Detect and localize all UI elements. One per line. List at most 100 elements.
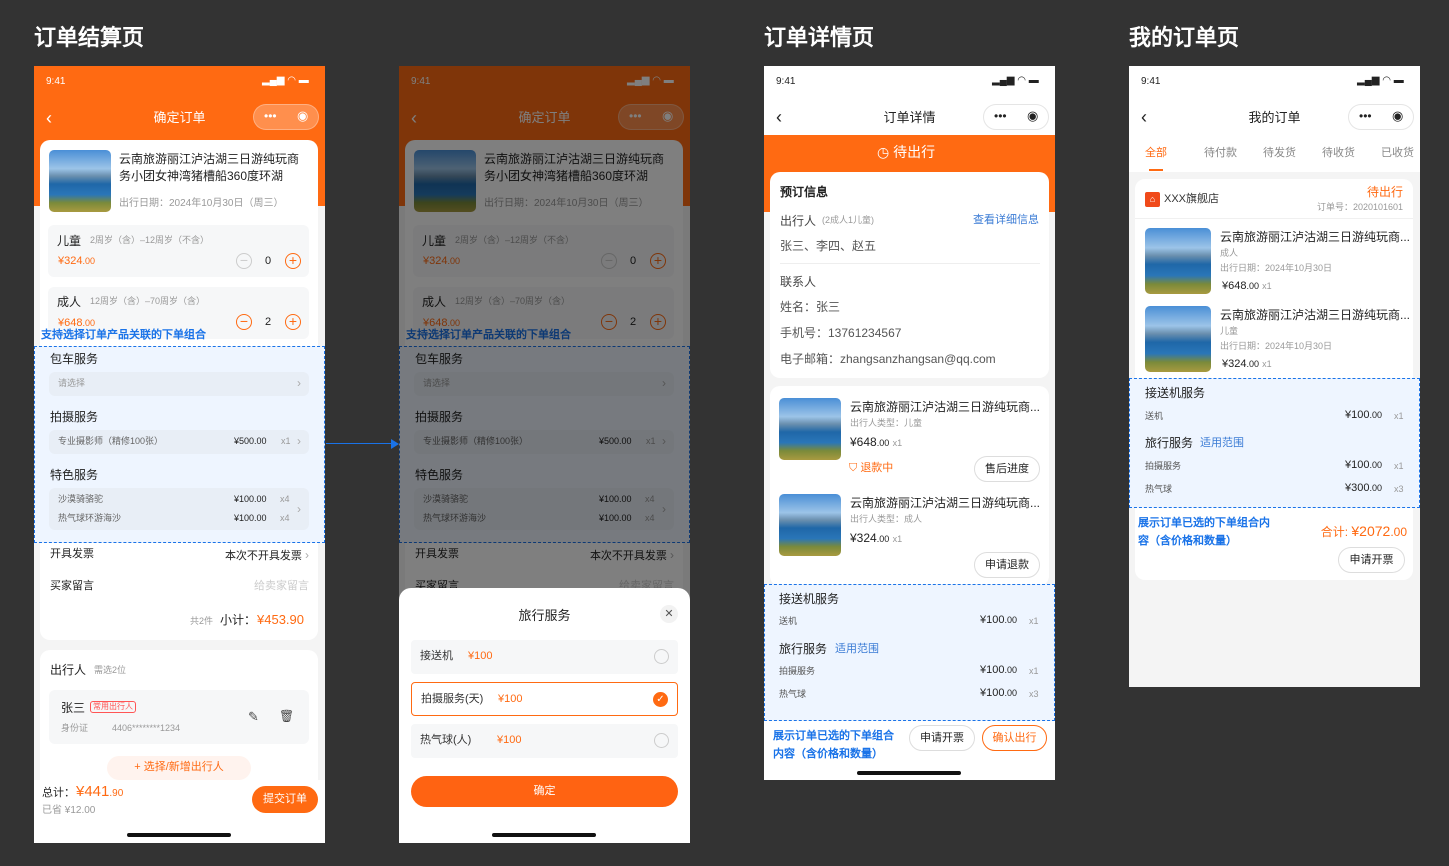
mini-program-capsule[interactable]: ••• ◉ bbox=[983, 104, 1049, 130]
subtotal-label: 小计： bbox=[220, 613, 257, 627]
tab-2[interactable]: 待发货 bbox=[1263, 148, 1296, 159]
more-icon[interactable]: ••• bbox=[264, 110, 277, 122]
message-input[interactable]: 给卖家留言 bbox=[254, 581, 309, 592]
scope-link[interactable]: 适用范围 bbox=[1200, 438, 1244, 449]
tab-4[interactable]: 已收货 bbox=[1381, 148, 1414, 159]
travelers-count: (2成人1儿童) bbox=[822, 215, 875, 225]
order-total: 合计: ¥2072.00 bbox=[1320, 523, 1407, 539]
item-title: 云南旅游丽江泸沽湖三日游纯玩商... bbox=[850, 496, 1041, 510]
view-details-link[interactable]: 查看详细信息 bbox=[973, 215, 1039, 226]
refund-button[interactable]: 申请退款 bbox=[974, 552, 1040, 578]
delete-icon[interactable]: 🗑 bbox=[279, 710, 294, 722]
item-type: 儿童 bbox=[1220, 326, 1239, 336]
annotation-combo: 展示订单已选的下单组合 bbox=[773, 730, 894, 742]
ticket-price: ¥324.00 bbox=[58, 255, 95, 267]
close-target-icon: ◉ bbox=[1027, 108, 1039, 123]
after-sale-button[interactable]: 售后进度 bbox=[974, 456, 1040, 482]
transfer-item: 送机 bbox=[1145, 411, 1164, 421]
special-label: 特色服务 bbox=[50, 468, 99, 482]
submit-order-button[interactable]: 提交订单 bbox=[252, 786, 318, 813]
flow-arrow-head bbox=[391, 439, 399, 449]
ticket-range: 2周岁（含）–12周岁（不含） bbox=[90, 235, 210, 245]
ticket-qty: 2 bbox=[265, 316, 272, 328]
mini-program-capsule[interactable]: ••• ◉ bbox=[1348, 104, 1414, 130]
item-price: ¥324.00 x1 bbox=[1222, 358, 1272, 370]
annotation-combo: 容（含价格和数量） bbox=[1138, 535, 1237, 547]
section-title-detail: 订单详情页 bbox=[764, 25, 875, 50]
close-icon[interactable]: ✕ bbox=[660, 605, 678, 623]
service-qty: x1 bbox=[1029, 666, 1039, 676]
confirm-button[interactable]: 确定 bbox=[411, 776, 678, 807]
photo-select[interactable]: 专业摄影师（精修100张）¥500.00x1› bbox=[49, 430, 309, 454]
minus-button[interactable]: − bbox=[236, 314, 252, 330]
service-option[interactable]: 接送机 ¥100 bbox=[411, 640, 678, 674]
section-title-checkout: 订单结算页 bbox=[34, 25, 145, 50]
charter-select[interactable]: 请选择› bbox=[49, 372, 309, 396]
annotation-combo: 内容（含价格和数量） bbox=[773, 748, 883, 760]
invoice-button[interactable]: 申请开票 bbox=[1338, 547, 1405, 573]
plus-button[interactable]: + bbox=[285, 314, 301, 330]
product-image bbox=[779, 398, 841, 460]
item-type: 出行人类型：成人 bbox=[850, 514, 923, 524]
product-image bbox=[779, 494, 841, 556]
service-option[interactable]: 拍摄服务(天) ¥100 ✓ bbox=[411, 682, 678, 716]
travelers-title: 出行人 bbox=[50, 663, 87, 677]
product-title-line1: 云南旅游丽江泸沽湖三日游纯玩商 bbox=[119, 152, 300, 166]
travel-label: 旅行服务 bbox=[779, 642, 828, 656]
refund-icon: ⛉ bbox=[849, 462, 861, 474]
add-traveler-button[interactable]: + 选择/新增出行人 bbox=[107, 756, 251, 780]
transfer-label: 接送机服务 bbox=[779, 592, 840, 606]
item-type: 出行人类型：儿童 bbox=[850, 418, 923, 428]
minus-button[interactable]: − bbox=[236, 253, 252, 269]
total-label: 总计： bbox=[42, 787, 75, 799]
frequent-tag: 常用出行人 bbox=[90, 701, 136, 713]
booking-title: 预订信息 bbox=[780, 185, 829, 199]
service-name: 热气球 bbox=[1145, 484, 1173, 494]
home-indicator bbox=[492, 833, 596, 837]
message-label: 买家留言 bbox=[50, 580, 94, 592]
checkout-phone: 9:41 ▂▄▆ ◠ ▬ ‹ 确定订单 ••• ◉ 云南旅游丽江泸沽湖三日游纯玩商… bbox=[34, 66, 325, 843]
close-target-icon: ◉ bbox=[1392, 108, 1404, 123]
tab-3[interactable]: 待收货 bbox=[1322, 148, 1355, 159]
chevron-right-icon: › bbox=[297, 434, 301, 448]
id-value: 4406********1234 bbox=[112, 723, 181, 733]
invoice-button[interactable]: 申请开票 bbox=[909, 725, 975, 751]
ticket-name: 成人 bbox=[57, 295, 82, 309]
option-name: 接送机 bbox=[420, 650, 453, 662]
mini-program-capsule[interactable]: ••• ◉ bbox=[253, 104, 319, 130]
transfer-item: 送机 bbox=[779, 616, 798, 626]
status-icons: ▂▄▆ ◠ ▬ bbox=[262, 75, 309, 86]
edit-icon[interactable]: ✎ bbox=[248, 710, 259, 723]
item-date: 出行日期：2024年10月30日 bbox=[1220, 263, 1333, 273]
product-title-line2: 务小团女神湾猪槽船360度环湖 bbox=[119, 169, 284, 183]
service-qty: x1 bbox=[1394, 461, 1404, 471]
tab-0[interactable]: 全部 bbox=[1145, 148, 1167, 159]
transfer-price: ¥100.00 bbox=[980, 614, 1017, 626]
product-date: 出行日期：2024年10月30日（周三） bbox=[119, 198, 284, 209]
contact-phone: 手机号：13761234567 bbox=[780, 326, 902, 340]
traveler-item bbox=[49, 690, 309, 744]
service-option[interactable]: 热气球(人) ¥100 bbox=[411, 724, 678, 758]
refund-status: ⛉ 退款中 bbox=[849, 462, 894, 474]
order-status: 待出行 bbox=[1366, 185, 1403, 199]
service-price: ¥100.00 bbox=[980, 687, 1017, 699]
invoice-value[interactable]: 本次不开具发票 › bbox=[225, 549, 309, 562]
shop-name: XXX旗舰店 bbox=[1164, 193, 1220, 205]
my-orders-phone: 9:41 ▂▄▆ ◠ ▬ ‹ 我的订单 ••• ◉ 全部 待付款 待发货 待收货 已收货 … bbox=[1129, 66, 1420, 687]
more-icon: ••• bbox=[1359, 109, 1372, 123]
confirm-trip-button[interactable]: 确认出行 bbox=[982, 725, 1047, 751]
id-label: 身份证 bbox=[61, 723, 89, 733]
service-qty: x3 bbox=[1029, 689, 1039, 699]
contact-name: 姓名：张三 bbox=[780, 300, 841, 314]
close-target-icon[interactable]: ◉ bbox=[297, 109, 308, 122]
travelers-names: 张三、李四、赵五 bbox=[780, 239, 877, 253]
tab-1[interactable]: 待付款 bbox=[1204, 148, 1237, 159]
scope-link[interactable]: 适用范围 bbox=[835, 644, 879, 655]
item-count: 共2件 bbox=[190, 616, 214, 626]
radio-icon bbox=[654, 649, 669, 664]
ticket-name: 儿童 bbox=[57, 234, 82, 248]
service-price: ¥300.00 bbox=[1345, 482, 1382, 494]
special-select[interactable]: 沙漠骑骆驼¥100.00x4 热气球环游海沙¥100.00x4 › bbox=[49, 488, 309, 530]
sheet-title: 旅行服务 bbox=[518, 608, 571, 623]
plus-button[interactable]: + bbox=[285, 253, 301, 269]
